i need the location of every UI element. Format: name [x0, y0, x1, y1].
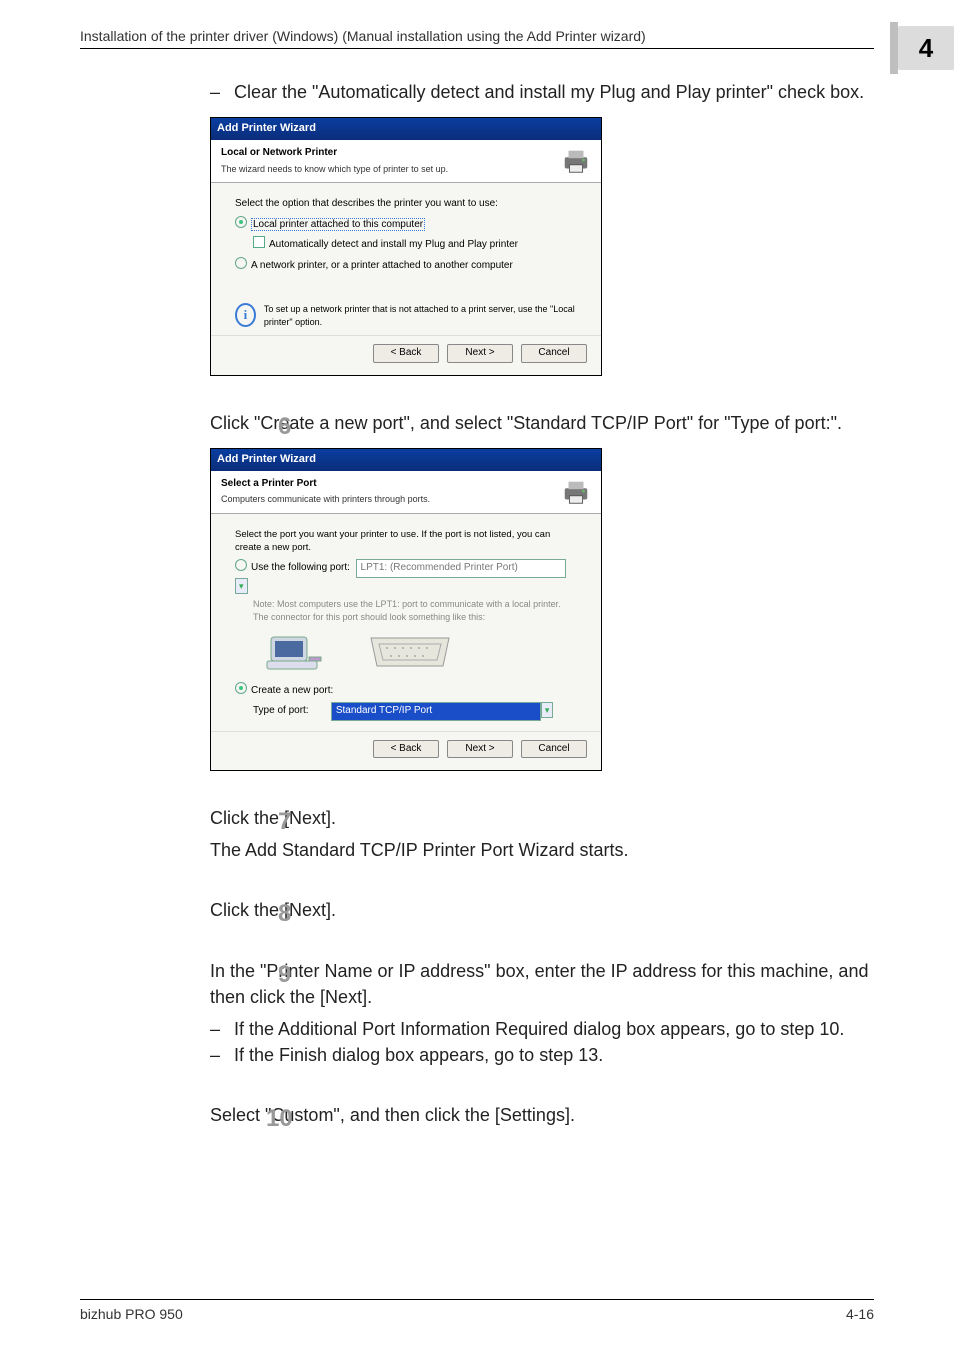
type-of-port-label: Type of port:: [253, 705, 309, 716]
printer-icon: [561, 146, 591, 176]
footer-product: bizhub PRO 950: [80, 1306, 183, 1322]
dash-icon: –: [210, 1042, 234, 1068]
dialog2-titlebar: Add Printer Wizard: [211, 449, 601, 471]
step7-number: 7: [278, 805, 291, 840]
radio-selected-icon: [235, 682, 247, 694]
option-network-printer[interactable]: A network printer, or a printer attached…: [235, 257, 577, 274]
chapter-number-badge: 4: [898, 26, 954, 70]
dialog1-info-text: To set up a network printer that is not …: [264, 303, 577, 329]
chevron-down-icon[interactable]: ▾: [541, 702, 554, 718]
step8-text: Click the [Next].: [210, 897, 874, 923]
dialog2-note: Note: Most computers use the LPT1: port …: [235, 598, 577, 624]
step7-text1: Click the [Next].: [210, 805, 874, 831]
dash-icon: –: [210, 79, 234, 105]
next-button[interactable]: Next >: [447, 344, 513, 363]
footer-page: 4-16: [846, 1306, 874, 1322]
option-use-following-port[interactable]: Use the following port: LPT1: (Recommend…: [235, 559, 577, 594]
next-button[interactable]: Next >: [447, 740, 513, 759]
step5-bullet: – Clear the "Automatically detect and in…: [210, 79, 874, 105]
step6-number: 6: [278, 410, 291, 445]
printer-icon: [561, 477, 591, 507]
step9-number: 9: [278, 958, 291, 993]
dialog-local-or-network: Add Printer Wizard Local or Network Prin…: [210, 117, 602, 376]
option-create-new-port[interactable]: Create a new port:: [235, 682, 577, 699]
chevron-down-icon: ▾: [235, 578, 248, 594]
dialog1-info-note: i To set up a network printer that is no…: [235, 303, 577, 329]
dialog1-prompt: Select the option that describes the pri…: [235, 197, 577, 212]
dialog1-titlebar: Add Printer Wizard: [211, 118, 601, 140]
dialog2-subheading: Computers communicate with printers thro…: [221, 493, 430, 506]
radio-icon: [235, 559, 247, 571]
dialog2-heading: Select a Printer Port: [221, 477, 430, 492]
step10-number: 10: [266, 1102, 293, 1137]
step9-dash2-text: If the Finish dialog box appears, go to …: [234, 1042, 603, 1068]
option-network-label: A network printer, or a printer attached…: [251, 260, 513, 271]
option-create-label: Create a new port:: [251, 685, 333, 696]
step9-dash1-text: If the Additional Port Information Requi…: [234, 1016, 844, 1042]
dash-icon: –: [210, 1016, 234, 1042]
back-button[interactable]: < Back: [373, 740, 439, 759]
checkbox-auto-detect[interactable]: Automatically detect and install my Plug…: [235, 236, 577, 253]
cancel-button[interactable]: Cancel: [521, 740, 587, 759]
cancel-button[interactable]: Cancel: [521, 344, 587, 363]
computer-icon: [265, 633, 325, 671]
option-local-printer[interactable]: Local printer attached to this computer: [235, 216, 577, 233]
back-button[interactable]: < Back: [373, 344, 439, 363]
checkbox-icon: [253, 236, 265, 248]
dialog1-subheading: The wizard needs to know which type of p…: [221, 163, 448, 176]
step9-dash1: – If the Additional Port Information Req…: [210, 1016, 874, 1042]
port-connector-illustration: [265, 632, 577, 672]
step7-text2: The Add Standard TCP/IP Printer Port Wiz…: [210, 837, 874, 863]
type-of-port-select[interactable]: Standard TCP/IP Port: [331, 702, 541, 721]
option-local-label: Local printer attached to this computer: [251, 218, 425, 231]
option-use-label: Use the following port:: [251, 562, 350, 573]
dialog-select-printer-port: Add Printer Wizard Select a Printer Port…: [210, 448, 602, 772]
header-section-title: Installation of the printer driver (Wind…: [80, 28, 646, 44]
step8-number: 8: [278, 897, 291, 932]
step10-text: Select "Custom", and then click the [Set…: [210, 1102, 874, 1128]
dialog2-prompt: Select the port you want your printer to…: [235, 528, 577, 556]
radio-selected-icon: [235, 216, 247, 228]
dialog1-heading: Local or Network Printer: [221, 146, 448, 161]
step9-dash2: – If the Finish dialog box appears, go t…: [210, 1042, 874, 1068]
checkbox-auto-label: Automatically detect and install my Plug…: [269, 239, 518, 250]
step9-text: In the "Printer Name or IP address" box,…: [210, 958, 874, 1010]
port-select-disabled: LPT1: (Recommended Printer Port): [356, 559, 566, 578]
step6-text: Click "Create a new port", and select "S…: [210, 410, 874, 436]
radio-icon: [235, 257, 247, 269]
info-icon: i: [235, 303, 256, 327]
parallel-port-icon: [365, 632, 455, 672]
step5-bullet-text: Clear the "Automatically detect and inst…: [234, 79, 864, 105]
